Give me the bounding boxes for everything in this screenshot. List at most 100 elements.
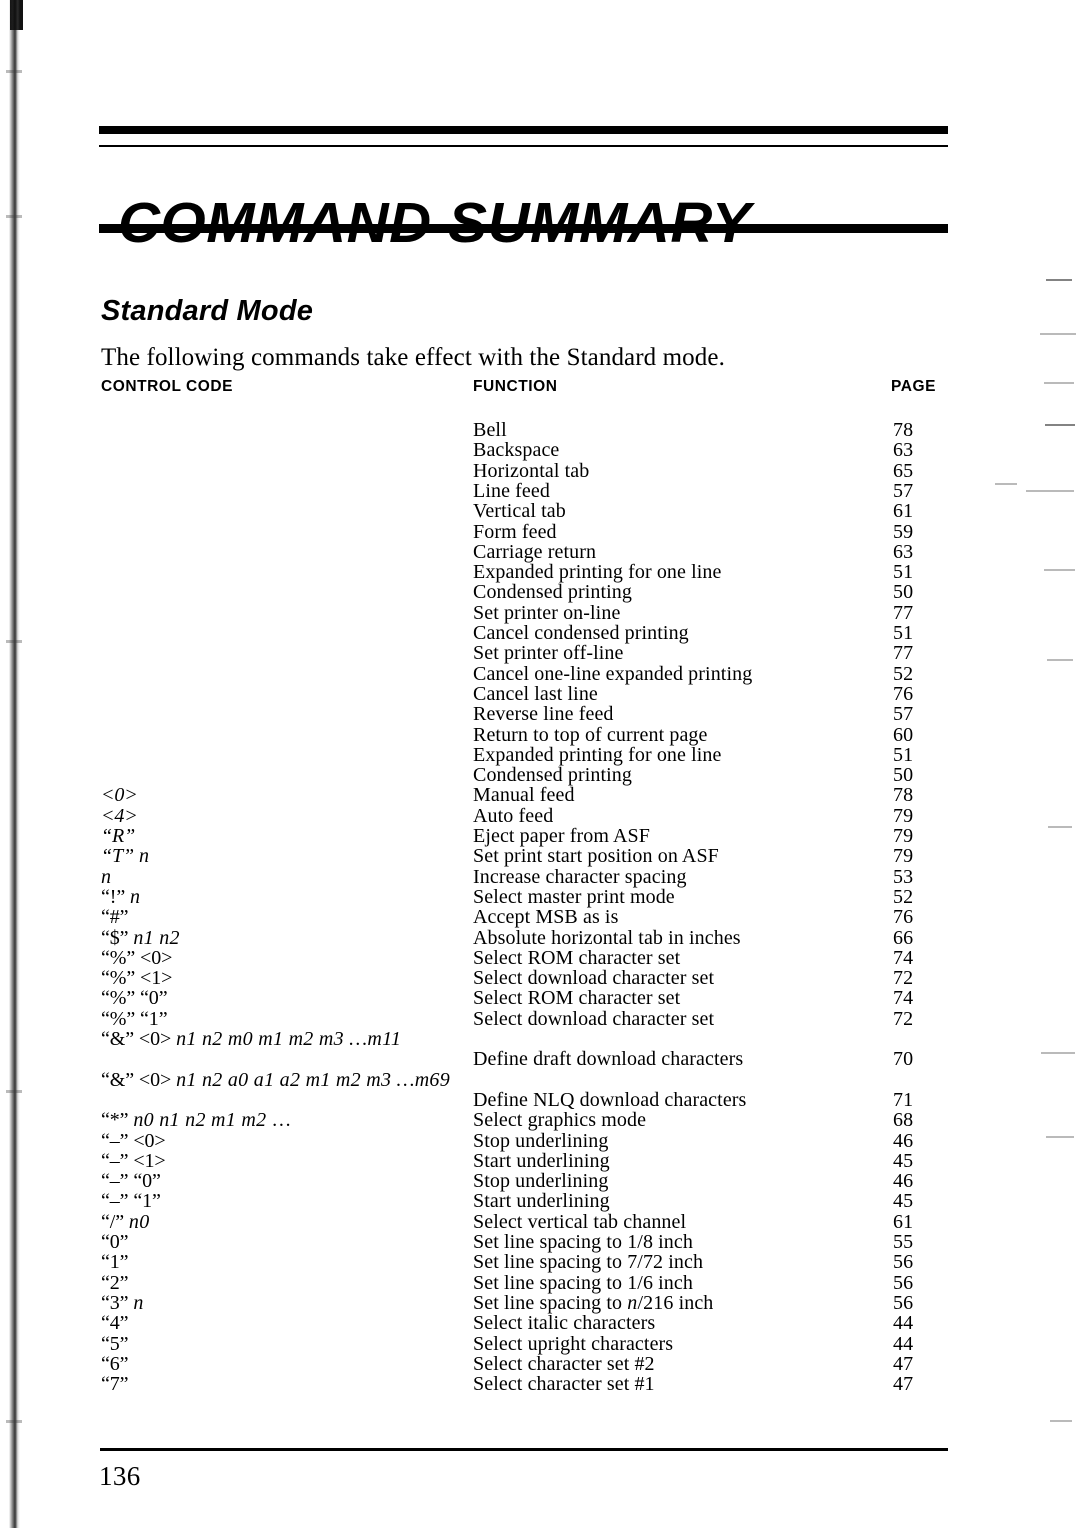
table-row: “%” “1” Select download character set 72 bbox=[0, 1009, 1080, 1029]
cell-page-number: 52 bbox=[893, 662, 914, 685]
table-row: “–” <1> Start underlining 45 bbox=[0, 1151, 1080, 1171]
cell-control-code: “%” “1” bbox=[101, 1007, 168, 1030]
table-row: “2” Set line spacing to 1/6 inch 56 bbox=[0, 1273, 1080, 1293]
table-row: Line feed 57 bbox=[0, 481, 1080, 501]
table-row: Set printer on-line 77 bbox=[0, 603, 1080, 623]
cell-function: Bell bbox=[473, 419, 507, 441]
cell-function: Select graphics mode bbox=[473, 1109, 647, 1132]
cell-page-number: 51 bbox=[893, 743, 914, 766]
cell-control-code: “$” n1 n2 bbox=[101, 926, 180, 949]
cell-page-number: 79 bbox=[893, 825, 914, 847]
cell-page-number: 45 bbox=[893, 1149, 914, 1172]
page-number: 136 bbox=[99, 1461, 141, 1491]
table-row: “4” Select italic characters 44 bbox=[0, 1313, 1080, 1333]
cell-function: Select download character set bbox=[473, 967, 715, 990]
cell-page-number: 65 bbox=[893, 459, 914, 482]
cell-page-number: 79 bbox=[893, 804, 914, 827]
footer-rule bbox=[100, 1448, 948, 1451]
cell-function: Return to top of current page bbox=[473, 723, 708, 746]
cell-control-code: “–” “1” bbox=[101, 1190, 161, 1213]
cell-function: Select ROM character set bbox=[473, 987, 681, 1010]
cell-function: Start underlining bbox=[473, 1190, 610, 1213]
table-row: “5” Select upright characters 44 bbox=[0, 1334, 1080, 1354]
cell-control-code: “–” “0” bbox=[101, 1170, 161, 1193]
cell-control-code: “3” n bbox=[101, 1291, 144, 1314]
cell-page-number: 77 bbox=[893, 642, 914, 665]
cell-page-number: 56 bbox=[893, 1271, 914, 1294]
table-row: “1” Set line spacing to 7/72 inch 56 bbox=[0, 1252, 1080, 1272]
cell-function: Set print start position on ASF bbox=[473, 845, 719, 868]
table-row: Cancel last line 76 bbox=[0, 684, 1080, 704]
cell-function: Cancel one-line expanded printing bbox=[473, 662, 753, 685]
cell-function: Set line spacing to 1/6 inch bbox=[473, 1271, 693, 1294]
cell-function: Define draft download characters bbox=[473, 1048, 744, 1071]
table-row: Return to top of current page 60 bbox=[0, 725, 1080, 745]
cell-function: Start underlining bbox=[473, 1149, 610, 1172]
cell-page-number: 78 bbox=[893, 784, 914, 807]
cell-control-code: “6” bbox=[101, 1352, 129, 1375]
cell-function: Set line spacing to n/216 inch bbox=[473, 1291, 714, 1314]
cell-function: Set printer off-line bbox=[473, 642, 624, 665]
cell-function: Backspace bbox=[473, 439, 560, 462]
masthead-top-rule bbox=[99, 126, 948, 134]
table-row: “0” Set line spacing to 1/8 inch 55 bbox=[0, 1232, 1080, 1252]
cell-function: Select italic characters bbox=[473, 1312, 656, 1335]
table-row: “–” <0> Stop underlining 46 bbox=[0, 1131, 1080, 1151]
cell-function: Absolute horizontal tab in inches bbox=[473, 926, 741, 949]
table-row: Form feed 59 bbox=[0, 522, 1080, 542]
cell-page-number: 63 bbox=[893, 439, 914, 462]
section-intro-text: The following commands take effect with … bbox=[101, 344, 725, 371]
table-row: “T” n Set print start position on ASF 79 bbox=[0, 846, 1080, 866]
cell-function: Carriage return bbox=[473, 540, 597, 563]
column-header-page: PAGE bbox=[891, 378, 936, 395]
table-row: <4> Auto feed 79 bbox=[0, 806, 1080, 826]
scan-edge-dash-artifact bbox=[1044, 382, 1074, 384]
table-row: Define NLQ download characters 71 bbox=[0, 1090, 1080, 1110]
cell-page-number: 72 bbox=[893, 1007, 914, 1030]
cell-control-code: “%” “0” bbox=[101, 987, 168, 1010]
cell-function: Line feed bbox=[473, 479, 550, 502]
cell-page-number: 72 bbox=[893, 967, 914, 990]
cell-function: Select upright characters bbox=[473, 1332, 674, 1355]
cell-page-number: 53 bbox=[893, 865, 914, 888]
cell-page-number: 68 bbox=[893, 1109, 914, 1132]
cell-page-number: 59 bbox=[893, 520, 914, 543]
table-row: Backspace 63 bbox=[0, 440, 1080, 460]
table-row: “%” “0” Select ROM character set 74 bbox=[0, 988, 1080, 1008]
table-row: “3” n Set line spacing to n/216 inch 56 bbox=[0, 1293, 1080, 1313]
cell-function: Select ROM character set bbox=[473, 946, 681, 969]
cell-page-number: 44 bbox=[893, 1312, 914, 1335]
table-row: “%” <0> Select ROM character set 74 bbox=[0, 948, 1080, 968]
cell-page-number: 74 bbox=[893, 946, 914, 969]
table-row: Cancel one-line expanded printing 52 bbox=[0, 664, 1080, 684]
cell-function: Horizontal tab bbox=[473, 459, 590, 482]
table-row: “&” <0> n1 n2 a0 a1 a2 m1 m2 m3 …m69 bbox=[0, 1070, 1080, 1090]
cell-function: Select download character set bbox=[473, 1007, 715, 1030]
cell-control-code: “&” <0> n1 n2 m0 m1 m2 m3 …m11 bbox=[101, 1028, 402, 1050]
masthead-thin-rule bbox=[99, 145, 948, 147]
cell-function: Expanded printing for one line bbox=[473, 561, 722, 584]
table-row: Vertical tab 61 bbox=[0, 501, 1080, 521]
cell-function: Stop underlining bbox=[473, 1170, 609, 1193]
cell-page-number: 66 bbox=[893, 926, 914, 949]
table-row: Define draft download characters 70 bbox=[0, 1049, 1080, 1069]
table-row: “$” n1 n2 Absolute horizontal tab in inch… bbox=[0, 928, 1080, 948]
cell-page-number: 61 bbox=[893, 1210, 914, 1233]
cell-page-number: 46 bbox=[893, 1170, 914, 1193]
cell-function: Select vertical tab channel bbox=[473, 1210, 687, 1233]
column-header-control-code: CONTROL CODE bbox=[101, 378, 234, 395]
table-row: Carriage return 63 bbox=[0, 542, 1080, 562]
cell-page-number: 74 bbox=[893, 987, 914, 1010]
table-row: “–” “1” Start underlining 45 bbox=[0, 1191, 1080, 1211]
cell-page-number: 78 bbox=[893, 419, 914, 441]
cell-control-code: “–” <0> bbox=[101, 1129, 166, 1152]
cell-page-number: 60 bbox=[893, 723, 914, 746]
table-row: “#” Accept MSB as is 76 bbox=[0, 907, 1080, 927]
cell-page-number: 70 bbox=[893, 1048, 914, 1071]
table-row: “&” <0> n1 n2 m0 m1 m2 m3 …m11 bbox=[0, 1029, 1080, 1049]
cell-function: Set line spacing to 1/8 inch bbox=[473, 1231, 693, 1253]
cell-control-code: “%” <1> bbox=[101, 967, 173, 990]
cell-control-code: “/” n0 bbox=[101, 1210, 150, 1233]
table-row: Set printer off-line 77 bbox=[0, 643, 1080, 663]
table-row: “–” “0” Stop underlining 46 bbox=[0, 1171, 1080, 1191]
